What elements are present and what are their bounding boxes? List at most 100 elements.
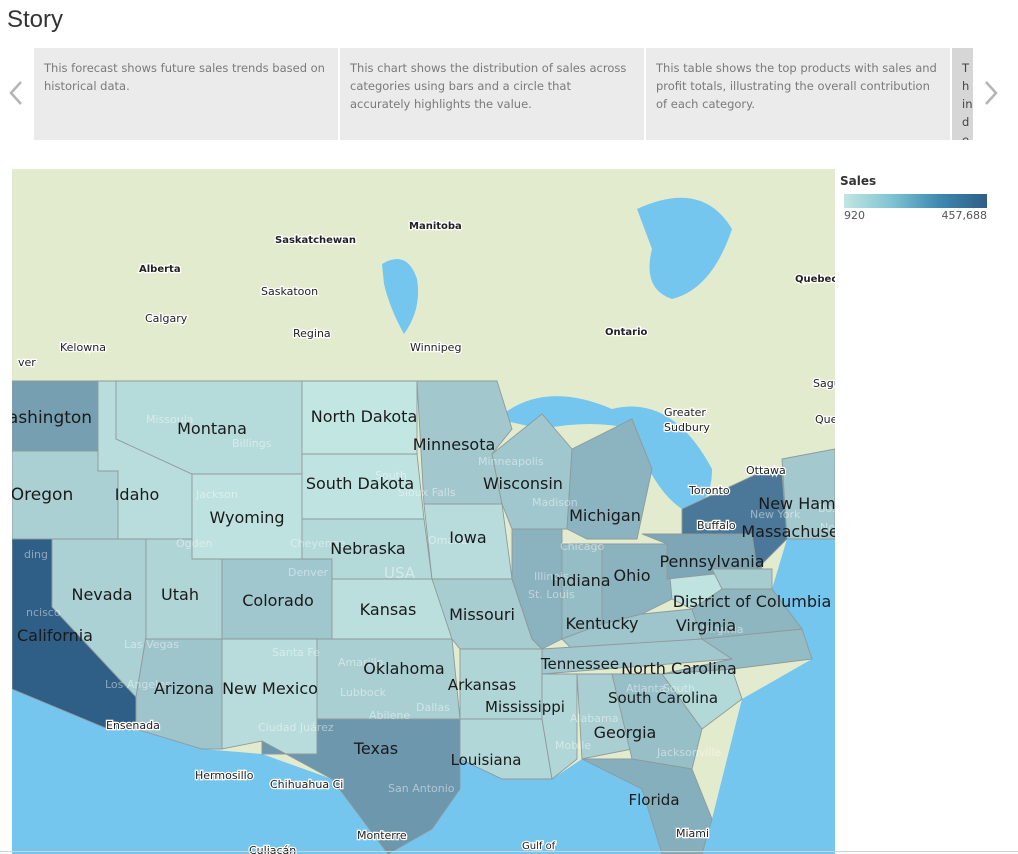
state-label-michigan: Michigan	[569, 506, 641, 525]
state-label-wyoming: Wyoming	[209, 508, 284, 527]
state-label-north-dakota: North Dakota	[311, 407, 418, 426]
state-label-georgia: Georgia	[594, 723, 657, 742]
state-label-utah: Utah	[161, 585, 199, 604]
basemap-faded-label: ncisco	[26, 606, 61, 619]
basemap-label: Manitoba	[409, 221, 462, 232]
basemap-faded-label: Billings	[232, 437, 272, 450]
basemap-label: Buffalo	[697, 519, 736, 532]
state-label-nevada: Nevada	[71, 585, 132, 604]
basemap-label: Greater	[664, 406, 706, 419]
state-label-missouri: Missouri	[449, 605, 515, 624]
state-label-nebraska: Nebraska	[330, 539, 405, 558]
basemap-label: Alberta	[139, 264, 181, 275]
basemap-label: Culiacán	[249, 844, 296, 854]
basemap-label: Quebec	[795, 274, 835, 285]
state-label-new-mexico: New Mexico	[222, 679, 318, 698]
basemap-label: ver	[18, 356, 36, 369]
basemap-faded-label: Santa Fe	[272, 646, 320, 659]
chevron-right-icon	[985, 81, 998, 105]
chevron-left-icon	[9, 81, 22, 105]
state-label-south-dakota: South Dakota	[306, 474, 414, 493]
story-point-1-caption: This forecast shows future sales trends …	[44, 61, 325, 93]
basemap-faded-label: Jackson	[195, 488, 238, 501]
basemap-faded-label: Las Vegas	[124, 638, 179, 651]
legend-max-value: 457,688	[941, 209, 988, 222]
basemap-label: Toronto	[688, 484, 730, 497]
state-label-arkansas: Arkansas	[448, 676, 517, 694]
legend-title: Sales	[840, 174, 877, 188]
sales-legend: Sales 920 457,688	[840, 174, 990, 222]
story-point-3[interactable]: This table shows the top products with s…	[646, 48, 950, 140]
story-point-2-caption: This chart shows the distribution of sal…	[350, 61, 627, 111]
basemap-faded-label: Jacksonville	[656, 746, 722, 759]
state-label-south-carolina: South Carolina	[608, 689, 718, 707]
legend-color-ramp	[844, 194, 987, 208]
state-label-oregon: Oregon	[12, 485, 73, 505]
basemap-label: Monterre	[357, 829, 407, 842]
basemap-label: Chihuahua Ci	[270, 778, 343, 791]
basemap-label: Sudbury	[664, 421, 710, 434]
story-point-2[interactable]: This chart shows the distribution of sal…	[340, 48, 644, 140]
state-label-indiana: Indiana	[551, 571, 610, 590]
basemap-faded-label: Minneapolis	[478, 455, 544, 468]
basemap-label: Saskatoon	[261, 285, 318, 298]
state-label-extra: Massachuse	[741, 522, 835, 541]
state-label-california: California	[17, 626, 93, 645]
basemap-label: Ottawa	[746, 464, 786, 477]
basemap-faded-label: Lubbock	[340, 686, 387, 699]
basemap-label: Saskatchewan	[275, 235, 356, 246]
sales-map-svg[interactable]: MissoulaBillingsJacksonMinneapolisMadiso…	[12, 169, 835, 854]
story-point-1[interactable]: This forecast shows future sales trends …	[34, 48, 338, 140]
divider	[0, 851, 1018, 852]
basemap-faded-label: Abilene	[369, 709, 410, 722]
basemap-label: Ontario	[605, 327, 648, 338]
basemap-faded-label: USA	[384, 564, 416, 582]
state-label-extra: District of Columbia	[673, 592, 832, 611]
basemap-label: Winnipeg	[410, 341, 461, 354]
basemap-label: Miami	[676, 827, 709, 840]
basemap-label: Quebe	[815, 413, 835, 426]
state-label-extra: New Hamp	[758, 494, 835, 513]
basemap-label: Saguena	[813, 377, 835, 390]
legend-min-value: 920	[844, 209, 865, 222]
state-label-tennessee: Tennessee	[540, 655, 619, 673]
state-label-mississippi: Mississippi	[485, 698, 565, 716]
state-label-virginia: Virginia	[676, 616, 736, 635]
story-title: Story	[7, 6, 64, 33]
basemap-faded-label: ding	[24, 548, 48, 561]
state-label-minnesota: Minnesota	[413, 435, 496, 454]
basemap-faded-label: Ogden	[176, 537, 212, 550]
state-label-florida: Florida	[628, 791, 679, 809]
state-maryland[interactable]	[711, 568, 773, 590]
basemap-faded-label: Denver	[288, 566, 328, 579]
state-label-montana: Montana	[177, 419, 247, 438]
basemap-label: Regina	[293, 327, 331, 340]
state-label-iowa: Iowa	[449, 528, 486, 547]
state-label-louisiana: Louisiana	[451, 751, 522, 769]
basemap-faded-label: Mobile	[555, 739, 591, 752]
state-label-texas: Texas	[353, 739, 398, 758]
state-label-washington: ashington	[12, 408, 92, 428]
next-story-point-button[interactable]	[981, 78, 1001, 108]
basemap-faded-label: Ciudad Juárez	[258, 721, 334, 734]
state-label-pennsylvania: Pennsylvania	[659, 552, 764, 571]
basemap-faded-label: Dallas	[416, 701, 450, 714]
story-navigator: This forecast shows future sales trends …	[34, 48, 973, 140]
state-label-arizona: Arizona	[154, 679, 214, 698]
state-label-wisconsin: Wisconsin	[483, 474, 563, 493]
state-label-ohio: Ohio	[614, 566, 651, 585]
basemap-label: Hermosillo	[195, 769, 254, 782]
story-point-4-caption: Th in de	[962, 61, 973, 140]
state-label-colorado: Colorado	[242, 591, 314, 610]
basemap-faded-label: Chicago	[560, 540, 604, 553]
state-label-kentucky: Kentucky	[565, 614, 638, 633]
story-point-4-active[interactable]: Th in de	[952, 48, 973, 140]
state-label-oklahoma: Oklahoma	[363, 659, 444, 678]
previous-story-point-button[interactable]	[6, 78, 26, 108]
basemap-label: Ensenada	[106, 719, 160, 732]
sales-map[interactable]: Missoula Billings Jackson Minneapolis Madiso…	[12, 169, 835, 854]
state-label-idaho: Idaho	[115, 485, 160, 504]
basemap-label: Calgary	[145, 312, 188, 325]
state-label-kansas: Kansas	[360, 600, 417, 619]
story-point-3-caption: This table shows the top products with s…	[656, 61, 937, 111]
